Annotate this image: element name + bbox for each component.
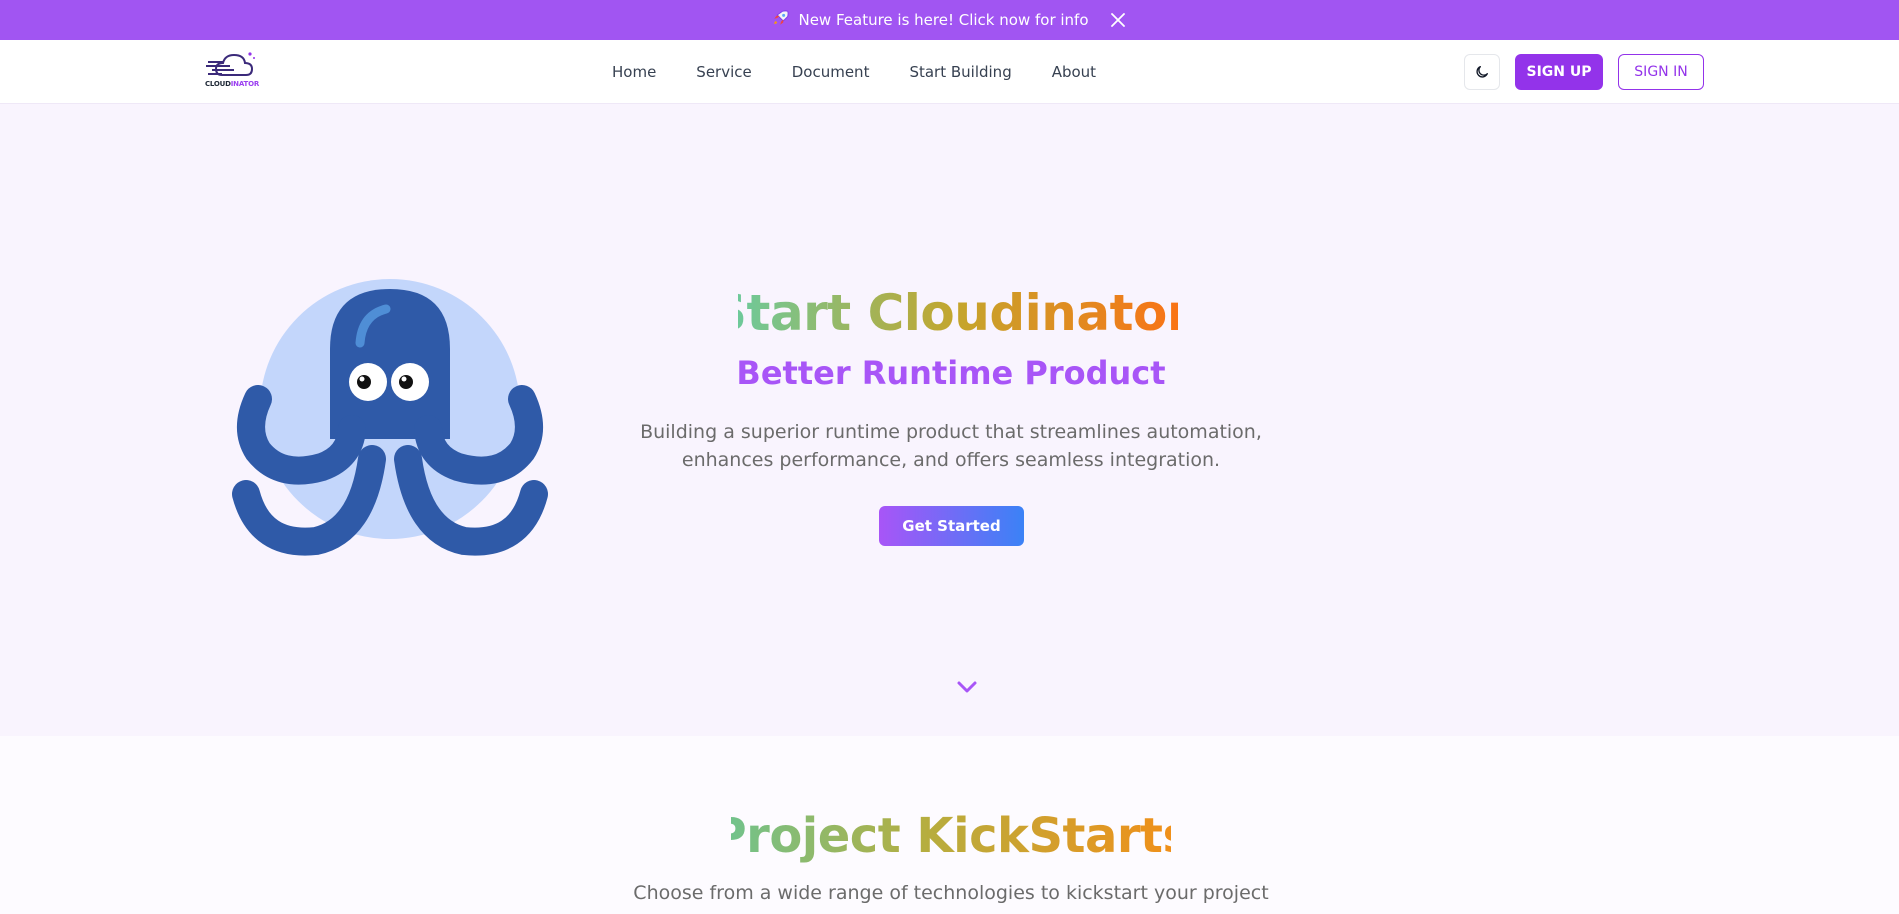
nav-service[interactable]: Service xyxy=(696,63,751,81)
hero-section: Start Cloudinator Better Runtime Product… xyxy=(0,104,1899,736)
cloud-logo-icon xyxy=(206,52,255,76)
nav-home[interactable]: Home xyxy=(612,63,656,81)
projects-description: Choose from a wide range of technologies… xyxy=(633,882,1269,904)
moon-icon xyxy=(1476,66,1488,78)
nav-document[interactable]: Document xyxy=(792,63,870,81)
hero-subtitle: Better Runtime Product xyxy=(736,354,1166,392)
site-header: CLOUDINATOR Home Service Document Start … xyxy=(0,40,1899,104)
chevron-down-icon[interactable] xyxy=(955,678,979,696)
projects-title: Project KickStarts xyxy=(0,808,1899,864)
logo-text: CLOUDINATOR xyxy=(204,80,260,88)
announcement-text[interactable]: New Feature is here! Click now for info xyxy=(798,11,1088,29)
sign-up-button[interactable]: SIGN UP xyxy=(1515,54,1603,90)
theme-toggle-button[interactable] xyxy=(1464,54,1500,90)
rocket-icon xyxy=(772,9,790,31)
logo[interactable]: CLOUDINATOR xyxy=(204,49,260,95)
main-nav: Home Service Document Start Building Abo… xyxy=(612,40,1096,104)
hero-description: Building a superior runtime product that… xyxy=(640,421,1262,471)
get-started-button[interactable]: Get Started xyxy=(879,506,1024,546)
sign-in-button[interactable]: SIGN IN xyxy=(1618,54,1704,90)
close-icon[interactable] xyxy=(1109,11,1127,29)
nav-start-building[interactable]: Start Building xyxy=(909,63,1011,81)
hero-title: Start Cloudinator xyxy=(0,284,1899,342)
nav-about[interactable]: About xyxy=(1052,63,1096,81)
announcement-bar[interactable]: New Feature is here! Click now for info xyxy=(0,0,1899,40)
